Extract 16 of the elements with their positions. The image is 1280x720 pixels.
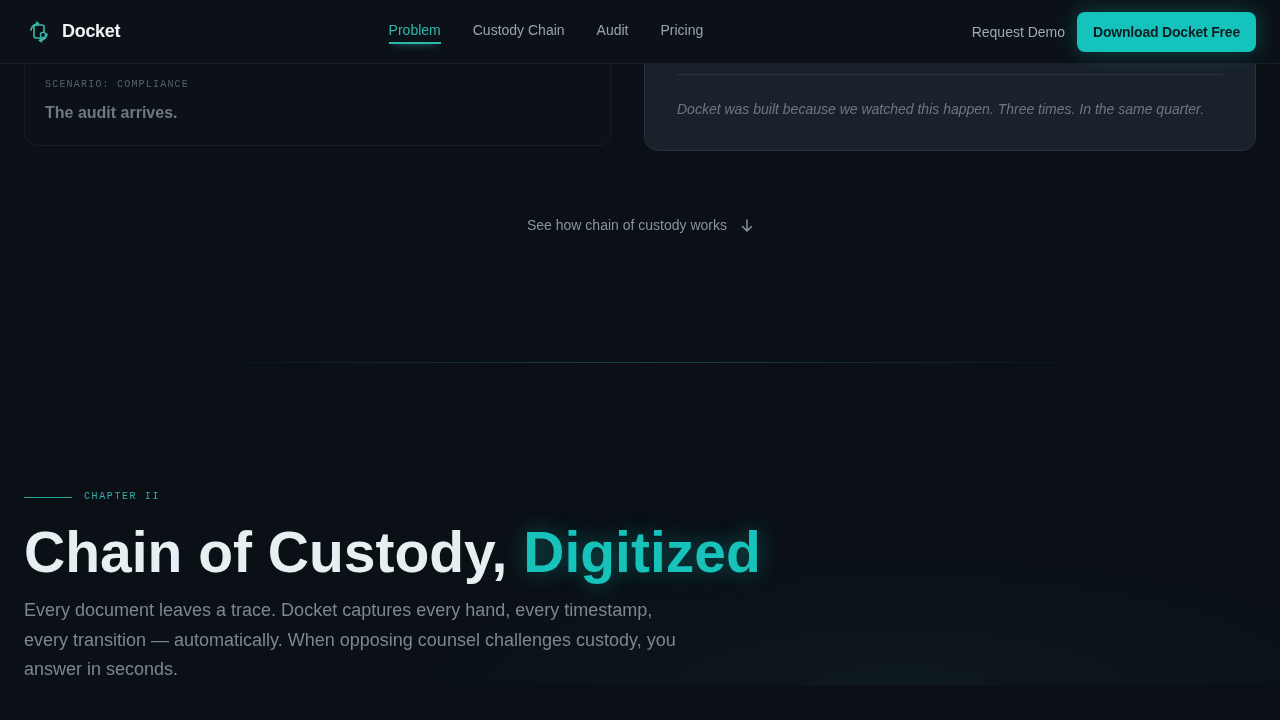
quote-text: Docket was built because we watched this happen. Three times. In the same quarter.: [677, 100, 1206, 119]
nav-link[interactable]: Custody Chain: [472, 21, 565, 44]
scenario-label: SCENARIO: COMPLIANCE: [45, 78, 191, 92]
brand-name[interactable]: Docket: [62, 21, 121, 42]
scenario-title: The audit arrives.: [45, 103, 179, 123]
request-demo-link[interactable]: Request Demo: [971, 23, 1066, 40]
document-cycle-icon: [28, 20, 50, 43]
arrow-down-icon: [741, 218, 753, 232]
nav-link[interactable]: Problem: [388, 21, 441, 44]
nav-link[interactable]: Pricing: [660, 21, 704, 44]
section-heading: Chain of Custody, Digitized: [24, 521, 762, 583]
chapter-label: CHAPTER II: [84, 490, 160, 504]
section-description: Every document leaves a trace. Docket captures every hand, every timestamp, every transition — automatically. When opposing counsel challenges custody, you answer in seconds.: [24, 599, 677, 681]
scroll-down-link[interactable]: See how chain of custody works: [527, 215, 727, 235]
download-button[interactable]: Download Docket Free: [1077, 11, 1256, 52]
nav-link[interactable]: Audit: [596, 21, 629, 44]
